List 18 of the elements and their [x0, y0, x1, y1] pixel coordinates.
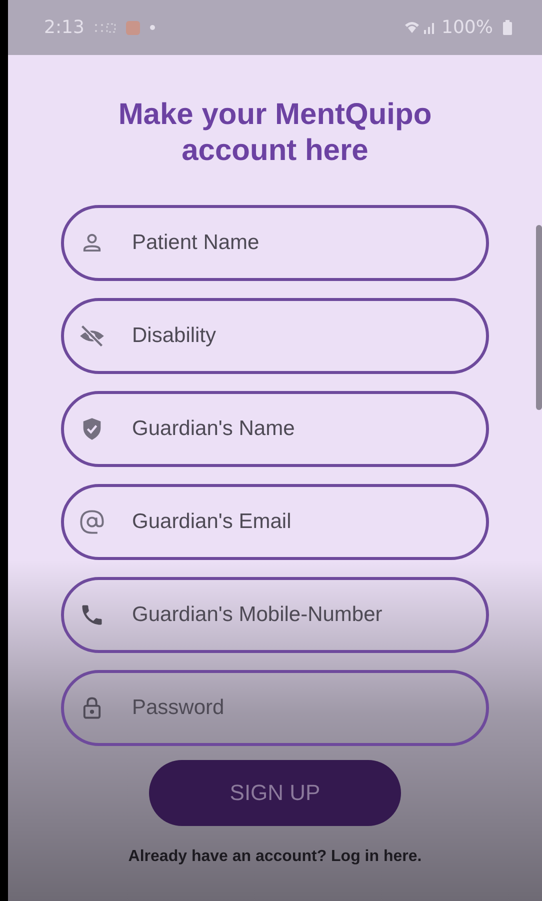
- battery-level: 100%: [442, 17, 493, 38]
- input-field[interactable]: Guardian's Name: [61, 391, 489, 467]
- sign-up-button[interactable]: SIGN UP: [149, 760, 401, 826]
- battery-icon: [503, 20, 512, 35]
- input-field[interactable]: Patient Name: [61, 205, 489, 281]
- app-notification-icon: [126, 20, 140, 34]
- crossed-eye-icon: [79, 323, 105, 349]
- input-field[interactable]: Disability: [61, 298, 489, 374]
- form-heading: Make your MentQuipo account here: [117, 97, 433, 169]
- dot-icon: [150, 25, 156, 30]
- clock-time: 2:13: [44, 17, 84, 38]
- input-field[interactable]: Guardian's Email: [61, 484, 489, 560]
- login-link[interactable]: Already have an account? Log in here.: [128, 848, 422, 866]
- input-field[interactable]: Guardian's Mobile-Number: [61, 577, 489, 653]
- at-sign-icon: [79, 509, 105, 535]
- notification-dots-icon: [94, 22, 116, 34]
- signal-icon: [404, 20, 436, 36]
- input-field[interactable]: Password: [61, 670, 489, 746]
